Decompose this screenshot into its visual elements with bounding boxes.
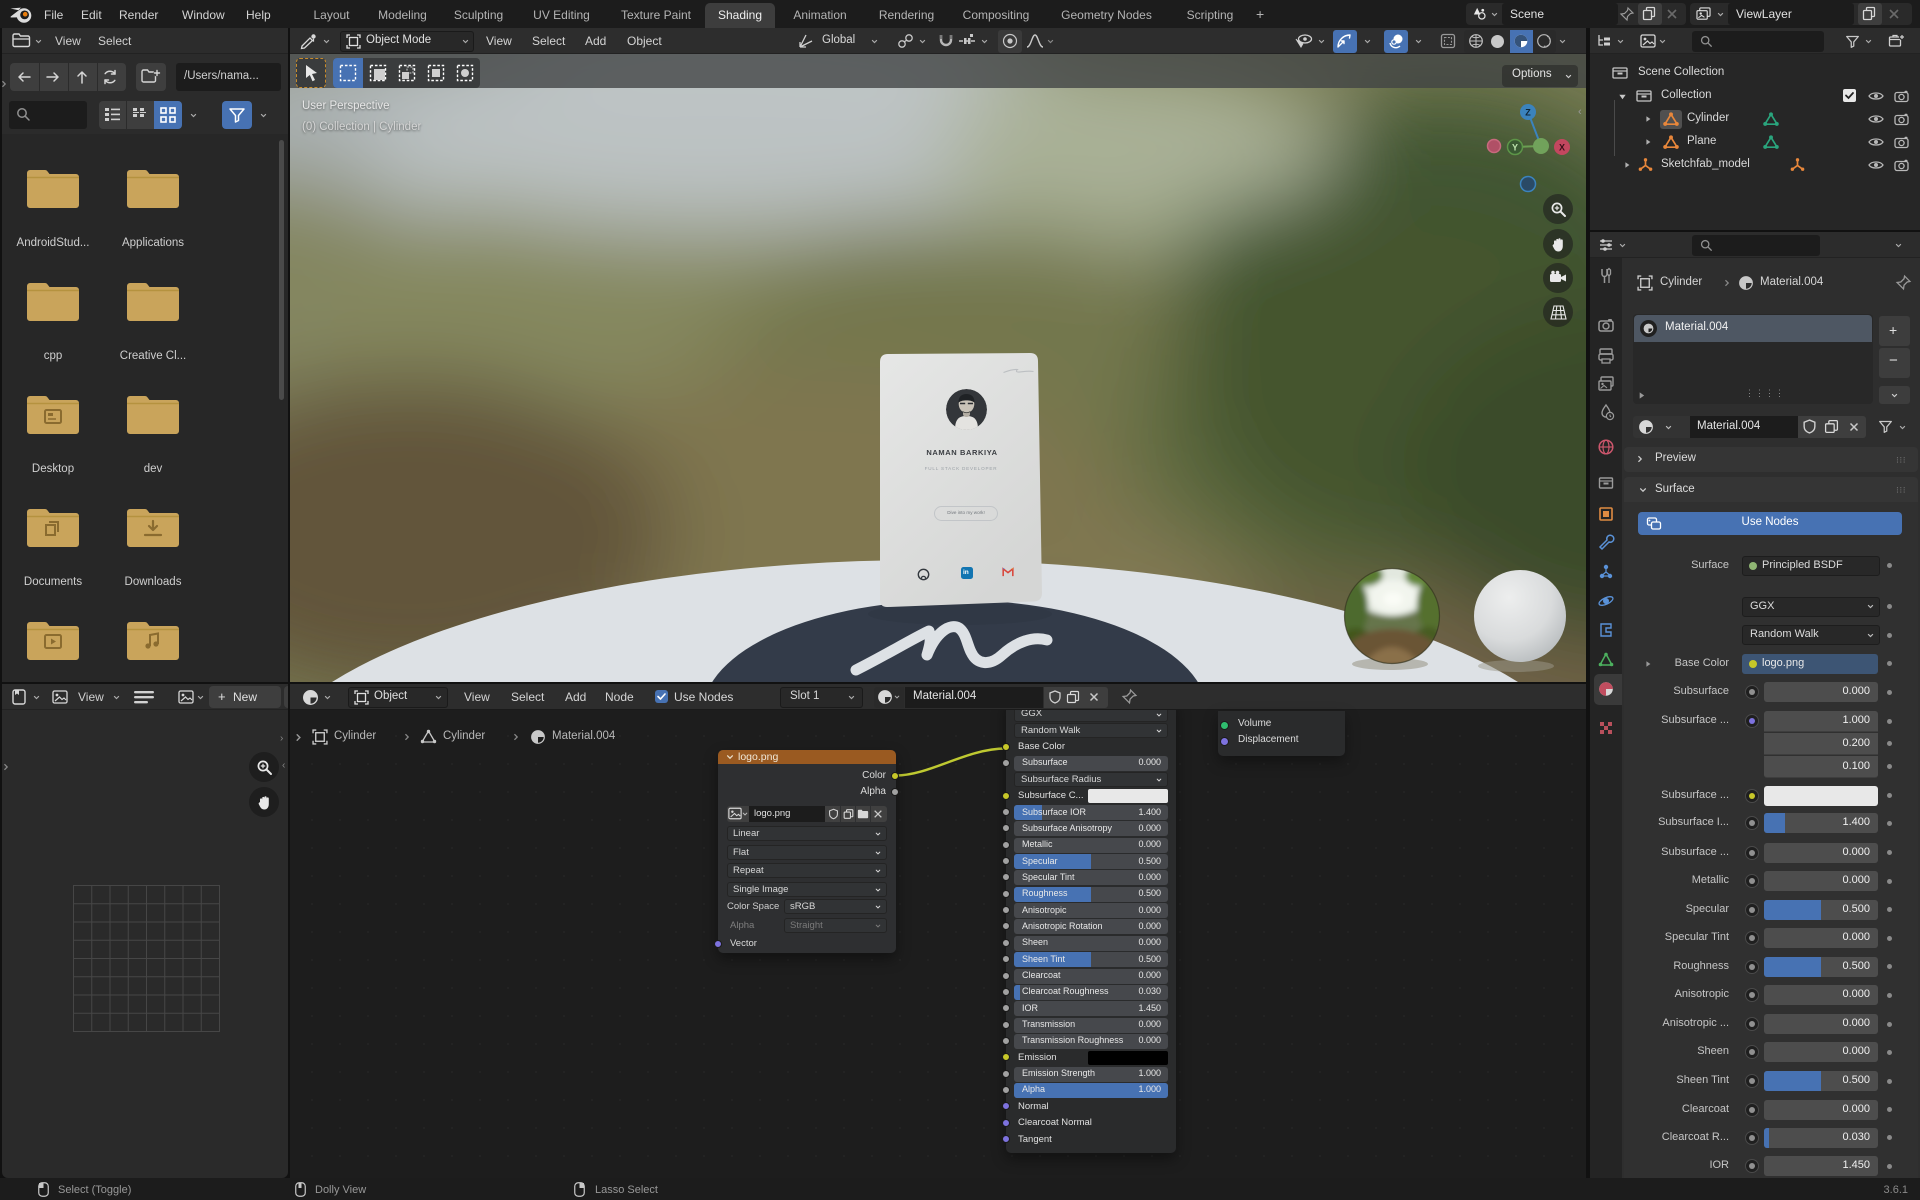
svg-text:Y: Y xyxy=(1512,143,1518,153)
svg-text:Z: Z xyxy=(1525,108,1531,118)
svg-text:X: X xyxy=(1559,143,1565,153)
